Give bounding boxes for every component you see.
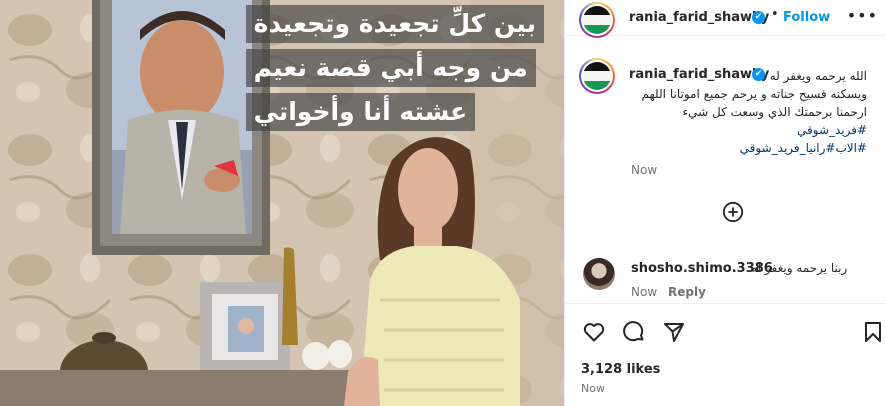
post-media[interactable]: بين كلِّ تجعيدة وتجعيدة من وجه أبي قصة ن… (0, 0, 564, 406)
caption-line: الله يرحمه ويغفر له (769, 69, 867, 83)
hashtag-link[interactable]: #الاب#رانيا_فريد_شوقي (605, 139, 867, 157)
load-more-comments-icon[interactable] (722, 201, 744, 223)
image-caption-line: عشته أنا وأخواتي (245, 93, 476, 131)
comment-timestamp: Now (631, 285, 658, 299)
heart-icon[interactable] (582, 320, 606, 344)
image-caption-line: بين كلِّ تجعيدة وتجعيدة (245, 5, 544, 43)
comment-text: ربنا يرحمه ويغفر له (751, 261, 848, 275)
author-username[interactable]: rania_farid_shawky (629, 10, 769, 25)
share-icon[interactable] (662, 320, 686, 344)
image-caption-overlay: بين كلِّ تجعيدة وتجعيدة من وجه أبي قصة ن… (245, 5, 544, 131)
comment-icon[interactable] (622, 320, 646, 344)
hashtag-link[interactable]: #فريد_شوقي (605, 121, 867, 139)
separator-dot: • (771, 7, 779, 22)
post-side-panel: rania_farid_shawky ✔ • Follow ••• rania_… (564, 0, 885, 406)
image-caption-line: من وجه أبي قصة نعيم (245, 49, 536, 87)
post-timestamp: Now (581, 382, 605, 395)
post-header: rania_farid_shawky ✔ • Follow ••• (565, 0, 885, 38)
caption-line: ويسكنه فسيح جناته و يرحم جميع اموتانا ال… (641, 87, 867, 101)
caption-line: ارحمنا برحمتك الذي وسعت كل شيء (682, 105, 868, 119)
caption-timestamp: Now (631, 163, 658, 177)
post-actions: 3,128 likes Now (565, 303, 885, 406)
commenter-avatar[interactable] (583, 258, 615, 290)
bookmark-icon[interactable] (861, 320, 885, 344)
verified-badge-icon: ✔ (752, 11, 765, 24)
author-avatar[interactable] (579, 2, 615, 38)
reply-button[interactable]: Reply (668, 285, 706, 299)
more-options-icon[interactable]: ••• (847, 6, 878, 25)
follow-button[interactable]: Follow (783, 10, 830, 25)
caption-text: الله يرحمه ويغفر له ويسكنه فسيح جناته و … (605, 67, 867, 157)
likes-count[interactable]: 3,128 likes (581, 362, 660, 377)
